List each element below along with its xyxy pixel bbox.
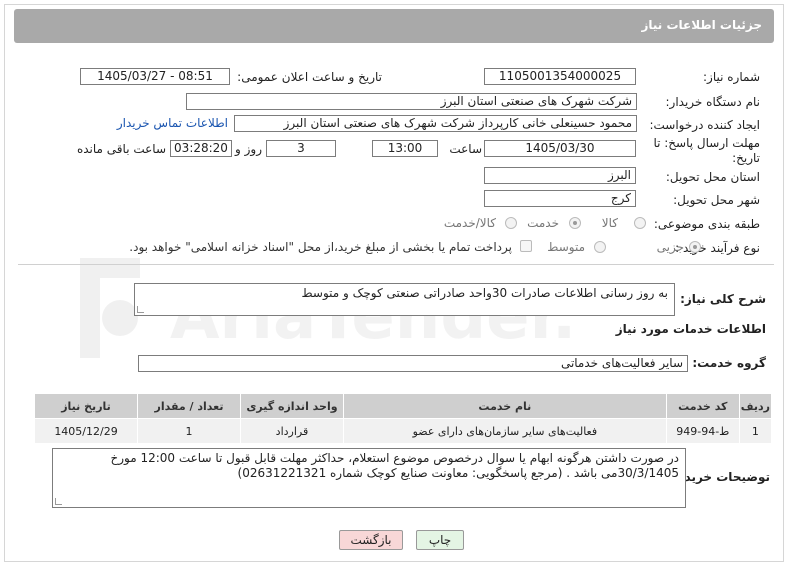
resize-handle-icon[interactable] [55,498,62,505]
col-service-code: کد خدمت [665,393,740,419]
cell-service-name: فعالیت‌های سایر سازمان‌های دارای عضو [342,418,667,444]
province-label: استان محل تحویل: [665,170,760,184]
announce-date-label: تاریخ و ساعت اعلان عمومی: [237,70,382,84]
category-radio-service[interactable] [569,217,581,229]
days-remaining-field: 3 [266,140,336,157]
table-header-row: ردیف کد خدمت نام خدمت واحد اندازه گیری ت… [33,393,773,419]
city-label: شهر محل تحویل: [673,193,760,207]
deadline-time-label: ساعت [449,142,482,156]
col-quantity: تعداد / مقدار [137,393,241,419]
requester-label: ایجاد کننده درخواست: [649,118,760,132]
time-remaining-label: ساعت باقی مانده [76,142,166,156]
description-textarea: به روز رسانی اطلاعات صادرات 30واحد صادرا… [134,283,675,316]
table-row: 1 ط-94-949 فعالیت‌های سایر سازمان‌های دا… [33,418,773,444]
services-section-title: اطلاعات خدمات مورد نیاز [615,322,766,336]
print-button[interactable]: چاپ [416,530,464,550]
category-option-service: خدمت [527,216,559,230]
category-option-goods-service: کالا/خدمت [443,216,496,230]
back-button[interactable]: بازگشت [339,530,403,550]
col-service-name: نام خدمت [342,393,667,419]
buyer-contact-link[interactable]: اطلاعات تماس خریدار [117,116,228,130]
treasury-payment-checkbox[interactable] [520,240,532,252]
announce-date-field: 1405/03/27 - 08:51 [80,68,230,85]
buyer-org-label: نام دستگاه خریدار: [665,95,761,109]
resize-handle-icon[interactable] [137,306,144,313]
cell-quantity: 1 [137,418,241,444]
deadline-label-date: تاریخ: [732,151,760,165]
process-radio-minor[interactable] [689,241,701,253]
process-label: نوع فرآیند خرید : [675,241,760,255]
category-radio-goods[interactable] [634,217,646,229]
requester-field: محمود حسینعلی خانی کارپرداز شرکت شهرک ها… [234,115,637,132]
deadline-label: مهلت ارسال پاسخ: تا [653,136,760,150]
days-label: روز و [235,142,262,156]
cell-need-date: 1405/12/29 [33,418,139,444]
time-remaining-field: 03:28:20 [170,140,232,157]
description-text: به روز رسانی اطلاعات صادرات 30واحد صادرا… [301,286,669,300]
cell-unit: قرارداد [239,418,344,444]
deadline-date-field: 1405/03/30 [484,140,636,157]
col-unit: واحد اندازه گیری [239,393,344,419]
process-option-medium: متوسط [547,240,585,254]
page-title: جزئیات اطلاعات نیاز [641,18,762,32]
province-field: البرز [484,167,636,184]
cell-row: 1 [738,418,773,444]
col-need-date: تاریخ نیاز [33,393,139,419]
buyer-notes-textarea: در صورت داشتن هرگونه ابهام یا سوال درخصو… [52,448,686,508]
page-header: جزئیات اطلاعات نیاز [14,9,774,43]
col-row: ردیف [738,393,773,419]
deadline-time-field: 13:00 [372,140,438,157]
service-group-label: گروه خدمت: [692,356,766,370]
category-option-goods: کالا [601,216,618,230]
process-option-minor: جزیی [656,240,684,254]
services-table: ردیف کد خدمت نام خدمت واحد اندازه گیری ت… [33,393,773,444]
section-divider [18,264,774,265]
process-radio-medium[interactable] [594,241,606,253]
cell-service-code: ط-94-949 [665,418,740,444]
city-field: کرج [484,190,636,207]
description-label: شرح کلی نیاز: [680,292,766,306]
category-label: طبقه بندی موضوعی: [653,217,760,231]
need-number-label: شماره نیاز: [703,70,760,84]
need-number-field: 1105001354000025 [484,68,636,85]
service-group-field: سایر فعالیت‌های خدماتی [138,355,688,372]
buyer-notes-line-2: 30/3/1405می باشد . (مرجع پاسخگویی: معاون… [237,466,679,480]
buyer-org-field: شرکت شهرک های صنعتی استان البرز [186,93,637,110]
category-radio-goods-service[interactable] [505,217,517,229]
buyer-notes-line-1: در صورت داشتن هرگونه ابهام یا سوال درخصو… [110,451,679,465]
treasury-payment-note: پرداخت تمام یا بخشی از مبلغ خرید،از محل … [129,240,512,254]
